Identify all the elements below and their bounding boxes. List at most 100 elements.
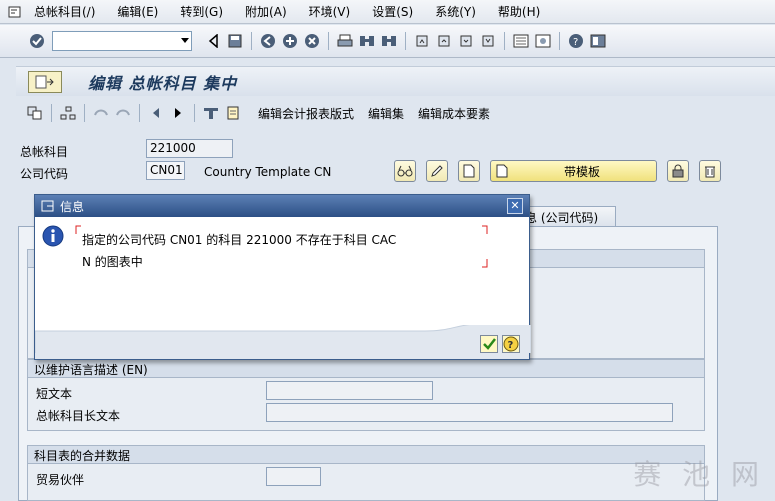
hierarchy-icon[interactable] [59,104,77,122]
next-icon[interactable] [169,104,187,122]
consolidation-group: 科目表的合并数据 贸易伙伴 [27,445,705,501]
find-icon[interactable] [358,32,376,50]
previous-page-icon[interactable] [435,32,453,50]
dialog-footer: ? [35,325,531,359]
create-button[interactable] [458,160,480,182]
menu-extras[interactable]: 附加(A) [234,3,298,20]
menu-gl-account[interactable]: 总帐科目(/) [30,3,106,20]
shortcut-icon[interactable] [534,32,552,50]
find-next-icon[interactable] [380,32,398,50]
description-group-header: 以维护语言描述 (EN) [28,360,704,378]
toolbar-separator [251,32,252,50]
gl-account-input[interactable]: 221000 [146,139,233,158]
short-text-label: 短文本 [36,387,73,401]
previous-icon[interactable] [147,104,165,122]
long-text-input[interactable] [266,403,673,422]
page-title: 编辑 总帐科目 集中 [88,73,238,93]
edit-set-button[interactable]: 编辑集 [368,105,404,122]
dialog-title: 信息 [60,199,85,214]
menu-system[interactable]: 系统(Y) [424,3,487,20]
standard-toolbar: ? [0,25,775,58]
last-page-icon[interactable] [479,32,497,50]
display-change-button[interactable] [394,160,416,182]
dialog-window-icon [41,200,54,212]
new-session-icon[interactable] [512,32,530,50]
gl-account-label: 总帐科目 [20,145,69,159]
toolbar-separator [194,104,195,122]
svg-text:?: ? [508,340,514,351]
edit-cost-element-button[interactable]: 编辑成本要素 [418,105,490,122]
lock-icon [672,164,684,178]
company-code-input[interactable]: CN01 [146,161,185,180]
checkmark-icon [483,338,496,350]
company-code-label: 公司代码 [20,167,69,181]
print-icon[interactable] [336,32,354,50]
info-icon [42,225,64,247]
toolbar-separator [84,104,85,122]
dialog-title-bar: 信息 ✕ [35,195,529,217]
dialog-message-line-2: N 的图表中 [82,255,143,269]
block-button[interactable] [667,160,689,182]
toolbar-separator [51,104,52,122]
menu-edit[interactable]: 编辑(E) [106,3,169,20]
site-watermark: 赛 池 网 [633,458,765,491]
redo-icon[interactable] [114,104,132,122]
where-used-icon[interactable] [202,104,220,122]
application-toolbar: 编辑会计报表版式 编辑集 编辑成本要素 [16,98,775,128]
help-icon[interactable]: ? [567,32,585,50]
exit-icon[interactable] [281,32,299,50]
information-dialog: 信息 ✕ 指定的公司代码 CN01 的科目 221000 不存在于科目 CAC … [34,194,531,360]
footer-curve-decoration [35,325,531,353]
dialog-message: 指定的公司代码 CN01 的科目 221000 不存在于科目 CAC N 的图表… [82,229,492,273]
document-icon[interactable] [224,104,242,122]
dialog-body: 指定的公司代码 CN01 的科目 221000 不存在于科目 CAC N 的图表… [35,217,529,333]
svg-text:?: ? [573,37,578,48]
template-document-icon [496,164,508,178]
change-button[interactable] [426,160,448,182]
next-page-icon[interactable] [457,32,475,50]
long-text-label: 总帐科目长文本 [36,409,121,423]
command-field[interactable] [52,31,192,51]
first-page-icon[interactable] [413,32,431,50]
dialog-close-button[interactable]: ✕ [507,198,523,214]
title-bar: 编辑 总帐科目 集中 [16,66,775,96]
help-icon: ? [503,336,519,352]
trading-partner-input[interactable] [266,467,321,486]
command-dropdown-icon[interactable] [181,38,189,43]
transaction-icon [28,70,62,93]
menu-settings[interactable]: 设置(S) [361,3,424,20]
display-change-icon[interactable] [26,104,44,122]
toolbar-separator [328,32,329,50]
menu-bar: 总帐科目(/) 编辑(E) 转到(G) 附加(A) 环境(V) 设置(S) 系统… [0,0,775,24]
consolidation-group-header: 科目表的合并数据 [28,446,704,464]
menu-environment[interactable]: 环境(V) [298,3,362,20]
save-icon[interactable] [226,32,244,50]
company-name-text: Country Template CN [204,165,332,179]
short-text-input[interactable] [266,381,433,400]
description-group: 以维护语言描述 (EN) 短文本 总帐科目长文本 [27,359,705,431]
glasses-icon [397,165,413,177]
toolbar-separator [139,104,140,122]
dialog-ok-button[interactable] [480,335,498,353]
toolbar-separator [405,32,406,50]
collapse-arrow-icon[interactable] [204,32,222,50]
toolbar-separator [504,32,505,50]
trash-icon [705,166,715,178]
dialog-message-line-1: 指定的公司代码 CN01 的科目 221000 不存在于科目 CAC [82,233,397,247]
dialog-help-button[interactable]: ? [502,335,520,353]
menu-goto[interactable]: 转到(G) [169,3,234,20]
with-template-label: 带模板 [563,164,600,179]
new-document-icon [463,164,475,178]
back-icon[interactable] [259,32,277,50]
cancel-icon[interactable] [303,32,321,50]
with-template-button[interactable]: 带模板 [490,160,657,182]
trading-partner-label: 贸易伙伴 [36,473,85,487]
system-menu-icon[interactable] [0,5,30,19]
layout-menu-icon[interactable] [589,32,607,50]
edit-fs-version-button[interactable]: 编辑会计报表版式 [258,105,354,122]
delete-button[interactable] [699,160,721,182]
toolbar-separator [559,32,560,50]
menu-help[interactable]: 帮助(H) [487,3,551,20]
enter-icon[interactable] [28,32,46,50]
undo-icon[interactable] [92,104,110,122]
